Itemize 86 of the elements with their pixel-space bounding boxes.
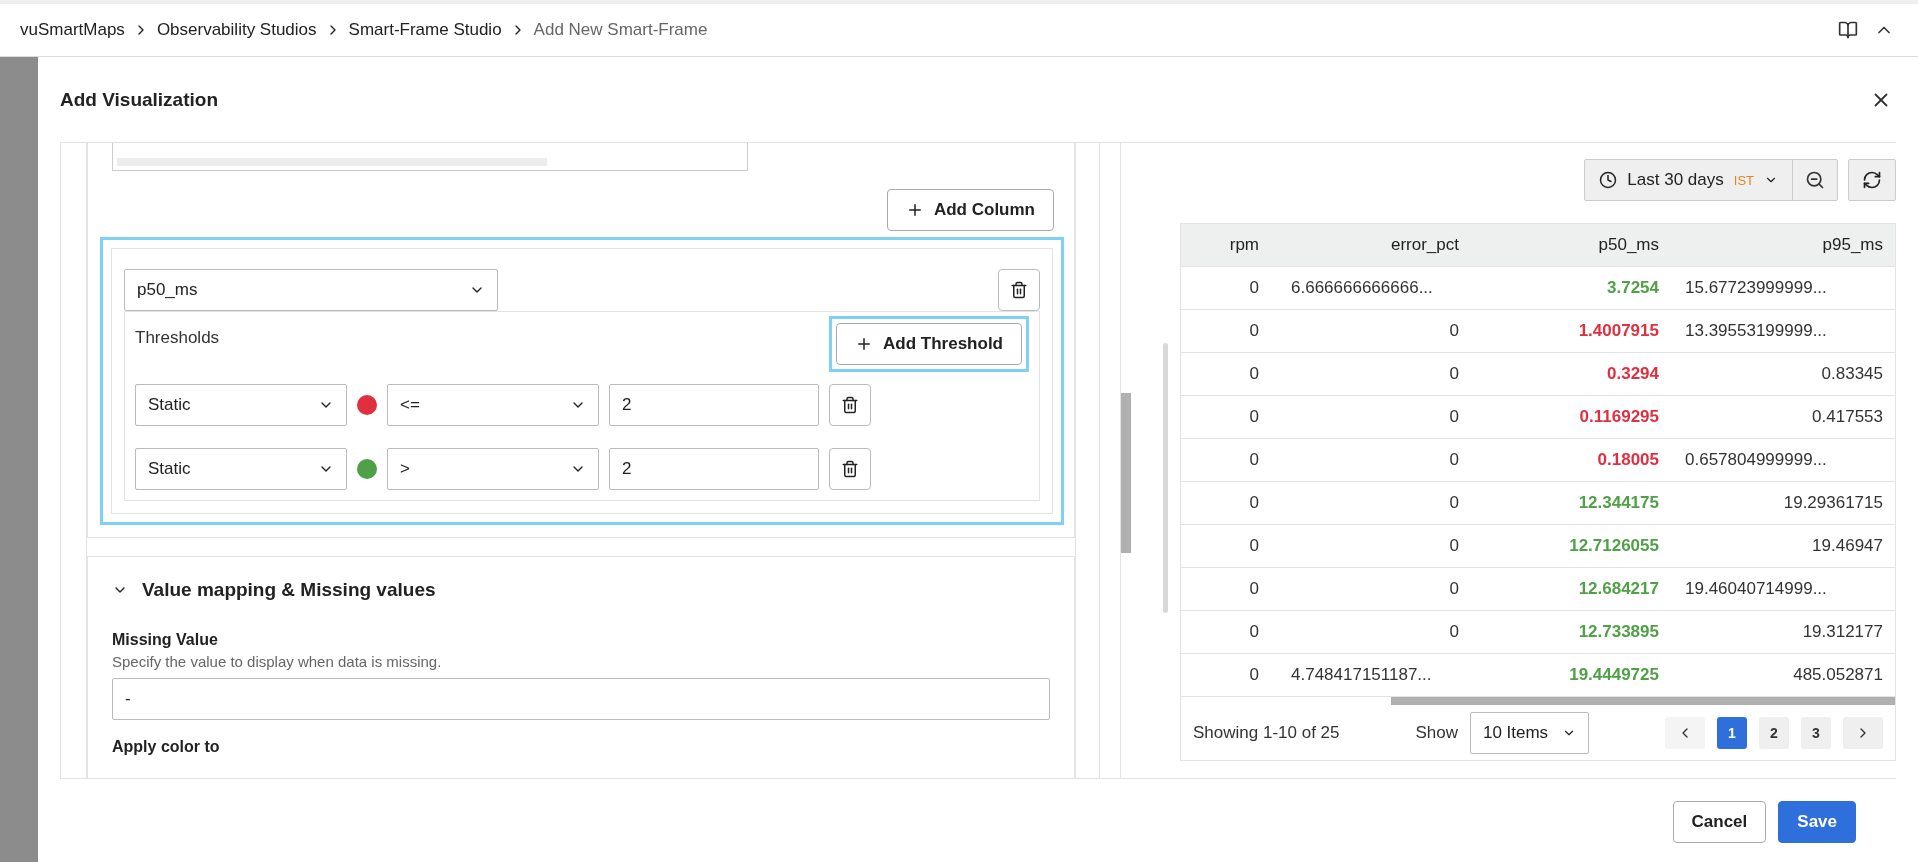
operator-select[interactable]: <= [387,384,599,426]
add-threshold-button[interactable]: Add Threshold [836,323,1022,365]
thresholds-label: Thresholds [135,328,220,348]
column-select[interactable]: p50_ms [124,269,498,311]
page-button[interactable]: 2 [1759,716,1789,749]
table-cell-text: 13.39553199999... [1684,321,1828,341]
column-header[interactable]: rpm [1181,235,1271,255]
save-button[interactable]: Save [1778,801,1856,843]
table-cell-text: 0 [1448,493,1460,513]
table-cell-text: 0 [1248,407,1260,427]
breadcrumb-link[interactable]: Smart-Frame Studio [348,20,502,40]
table-cell-text: 0.1169295 [1578,407,1660,427]
page-button[interactable]: 1 [1717,716,1747,749]
breadcrumb-current: Add New Smart-Frame [533,20,708,40]
table-cell-text: 0.83345 [1820,364,1884,384]
table-cell-text: 0 [1448,536,1460,556]
breadcrumb-link[interactable]: Observability Studios [156,20,317,40]
table-cell-text: 0 [1248,536,1260,556]
table-cell-text: 0 [1248,450,1260,470]
color-dot[interactable] [357,395,377,415]
pagination-summary: Showing 1-10 of 25 [1193,722,1340,743]
table-cell-text: 0 [1448,321,1460,341]
table-cell-text: 0 [1248,493,1260,513]
cancel-button[interactable]: Cancel [1672,801,1767,843]
table-cell-text: 485.052871 [1792,665,1884,685]
column-header[interactable]: p50_ms [1471,235,1671,255]
show-label: Show [1415,722,1458,743]
table-cell-text: 19.4449725 [1568,665,1660,685]
table-cell-text: 0 [1248,665,1260,685]
column-header[interactable]: p95_ms [1671,235,1895,255]
table-cell-text: 0 [1448,407,1460,427]
table-cell-text: 0 [1248,364,1260,384]
page-size-select[interactable]: 10 Items [1469,711,1590,754]
type-select[interactable]: Static [135,384,347,426]
delete-icon[interactable] [829,448,871,490]
table-cell-text: 3.7254 [1606,278,1660,298]
table-cell-text: 12.733895 [1577,622,1660,642]
refresh-icon[interactable] [1848,159,1896,201]
table-cell-text: 19.29361715 [1782,493,1884,513]
delete-icon[interactable] [829,384,871,426]
field-label: Missing Value [112,631,219,649]
dialog-title: Add Visualization [60,88,218,111]
table-cell-text: 0.657804999999... [1684,450,1828,470]
type-select[interactable]: Static [135,448,347,490]
table-cell-text: 0 [1448,364,1460,384]
table-cell-text: 12.684217 [1577,579,1660,599]
operator-select[interactable]: > [387,448,599,490]
table-cell-text: 12.7126055 [1568,536,1660,556]
threshold-input[interactable]: 2 [609,384,819,426]
table-cell-text: 0.417553 [1811,407,1884,427]
time-picker[interactable]: Last 30 days IST [1584,159,1838,201]
table-cell-text: 19.312177 [1801,622,1884,642]
threshold-input[interactable]: 2 [609,448,819,490]
input-field[interactable] [112,143,748,171]
section-header[interactable]: Value mapping & Missing values [112,579,436,601]
table-cell-text: 19.46040714999... [1684,579,1828,599]
table-cell-text: 0 [1248,278,1260,298]
table-cell-text: 19.46947 [1811,536,1884,556]
field-label: Apply color to [112,738,221,756]
color-dot[interactable] [357,459,377,479]
column-header[interactable]: error_pct [1271,235,1471,255]
table-cell-text: 0 [1448,450,1460,470]
time-range-button[interactable]: Last 30 days IST [1585,160,1793,200]
table-cell-text: 0 [1248,579,1260,599]
table-cell-text: 6.666666666666... [1290,278,1434,298]
scrollbar-thumb[interactable] [1121,393,1131,553]
time-range-label: Last 30 days [1627,170,1724,190]
table-cell-text: 0 [1448,622,1460,642]
page-button[interactable]: 3 [1801,716,1831,749]
breadcrumb-link[interactable]: vuSmartMaps [20,20,125,40]
table-cell-text: 0.3294 [1606,364,1660,384]
table-cell-text: 12.344175 [1577,493,1660,513]
table-cell-text: 0 [1448,579,1460,599]
table-cell-text: 0.18005 [1596,450,1660,470]
table-cell-text: 0 [1248,622,1260,642]
delete-icon[interactable] [998,269,1040,311]
table-cell-text: 4.748417151187... [1290,665,1433,685]
table-cell-text: 15.67723999999... [1684,278,1828,298]
missing-value-input[interactable]: - [112,678,1050,720]
clock-icon [1599,171,1618,189]
horizontal-scrollbar[interactable] [1391,697,1895,705]
help-text: Specify the value to display when data is missing. [112,653,443,670]
table-cell-text: 1.4007915 [1577,321,1660,341]
add-column-button[interactable]: Add Column [886,189,1054,231]
table-cell-text: 0 [1248,321,1260,341]
timezone-label: IST [1733,172,1754,188]
